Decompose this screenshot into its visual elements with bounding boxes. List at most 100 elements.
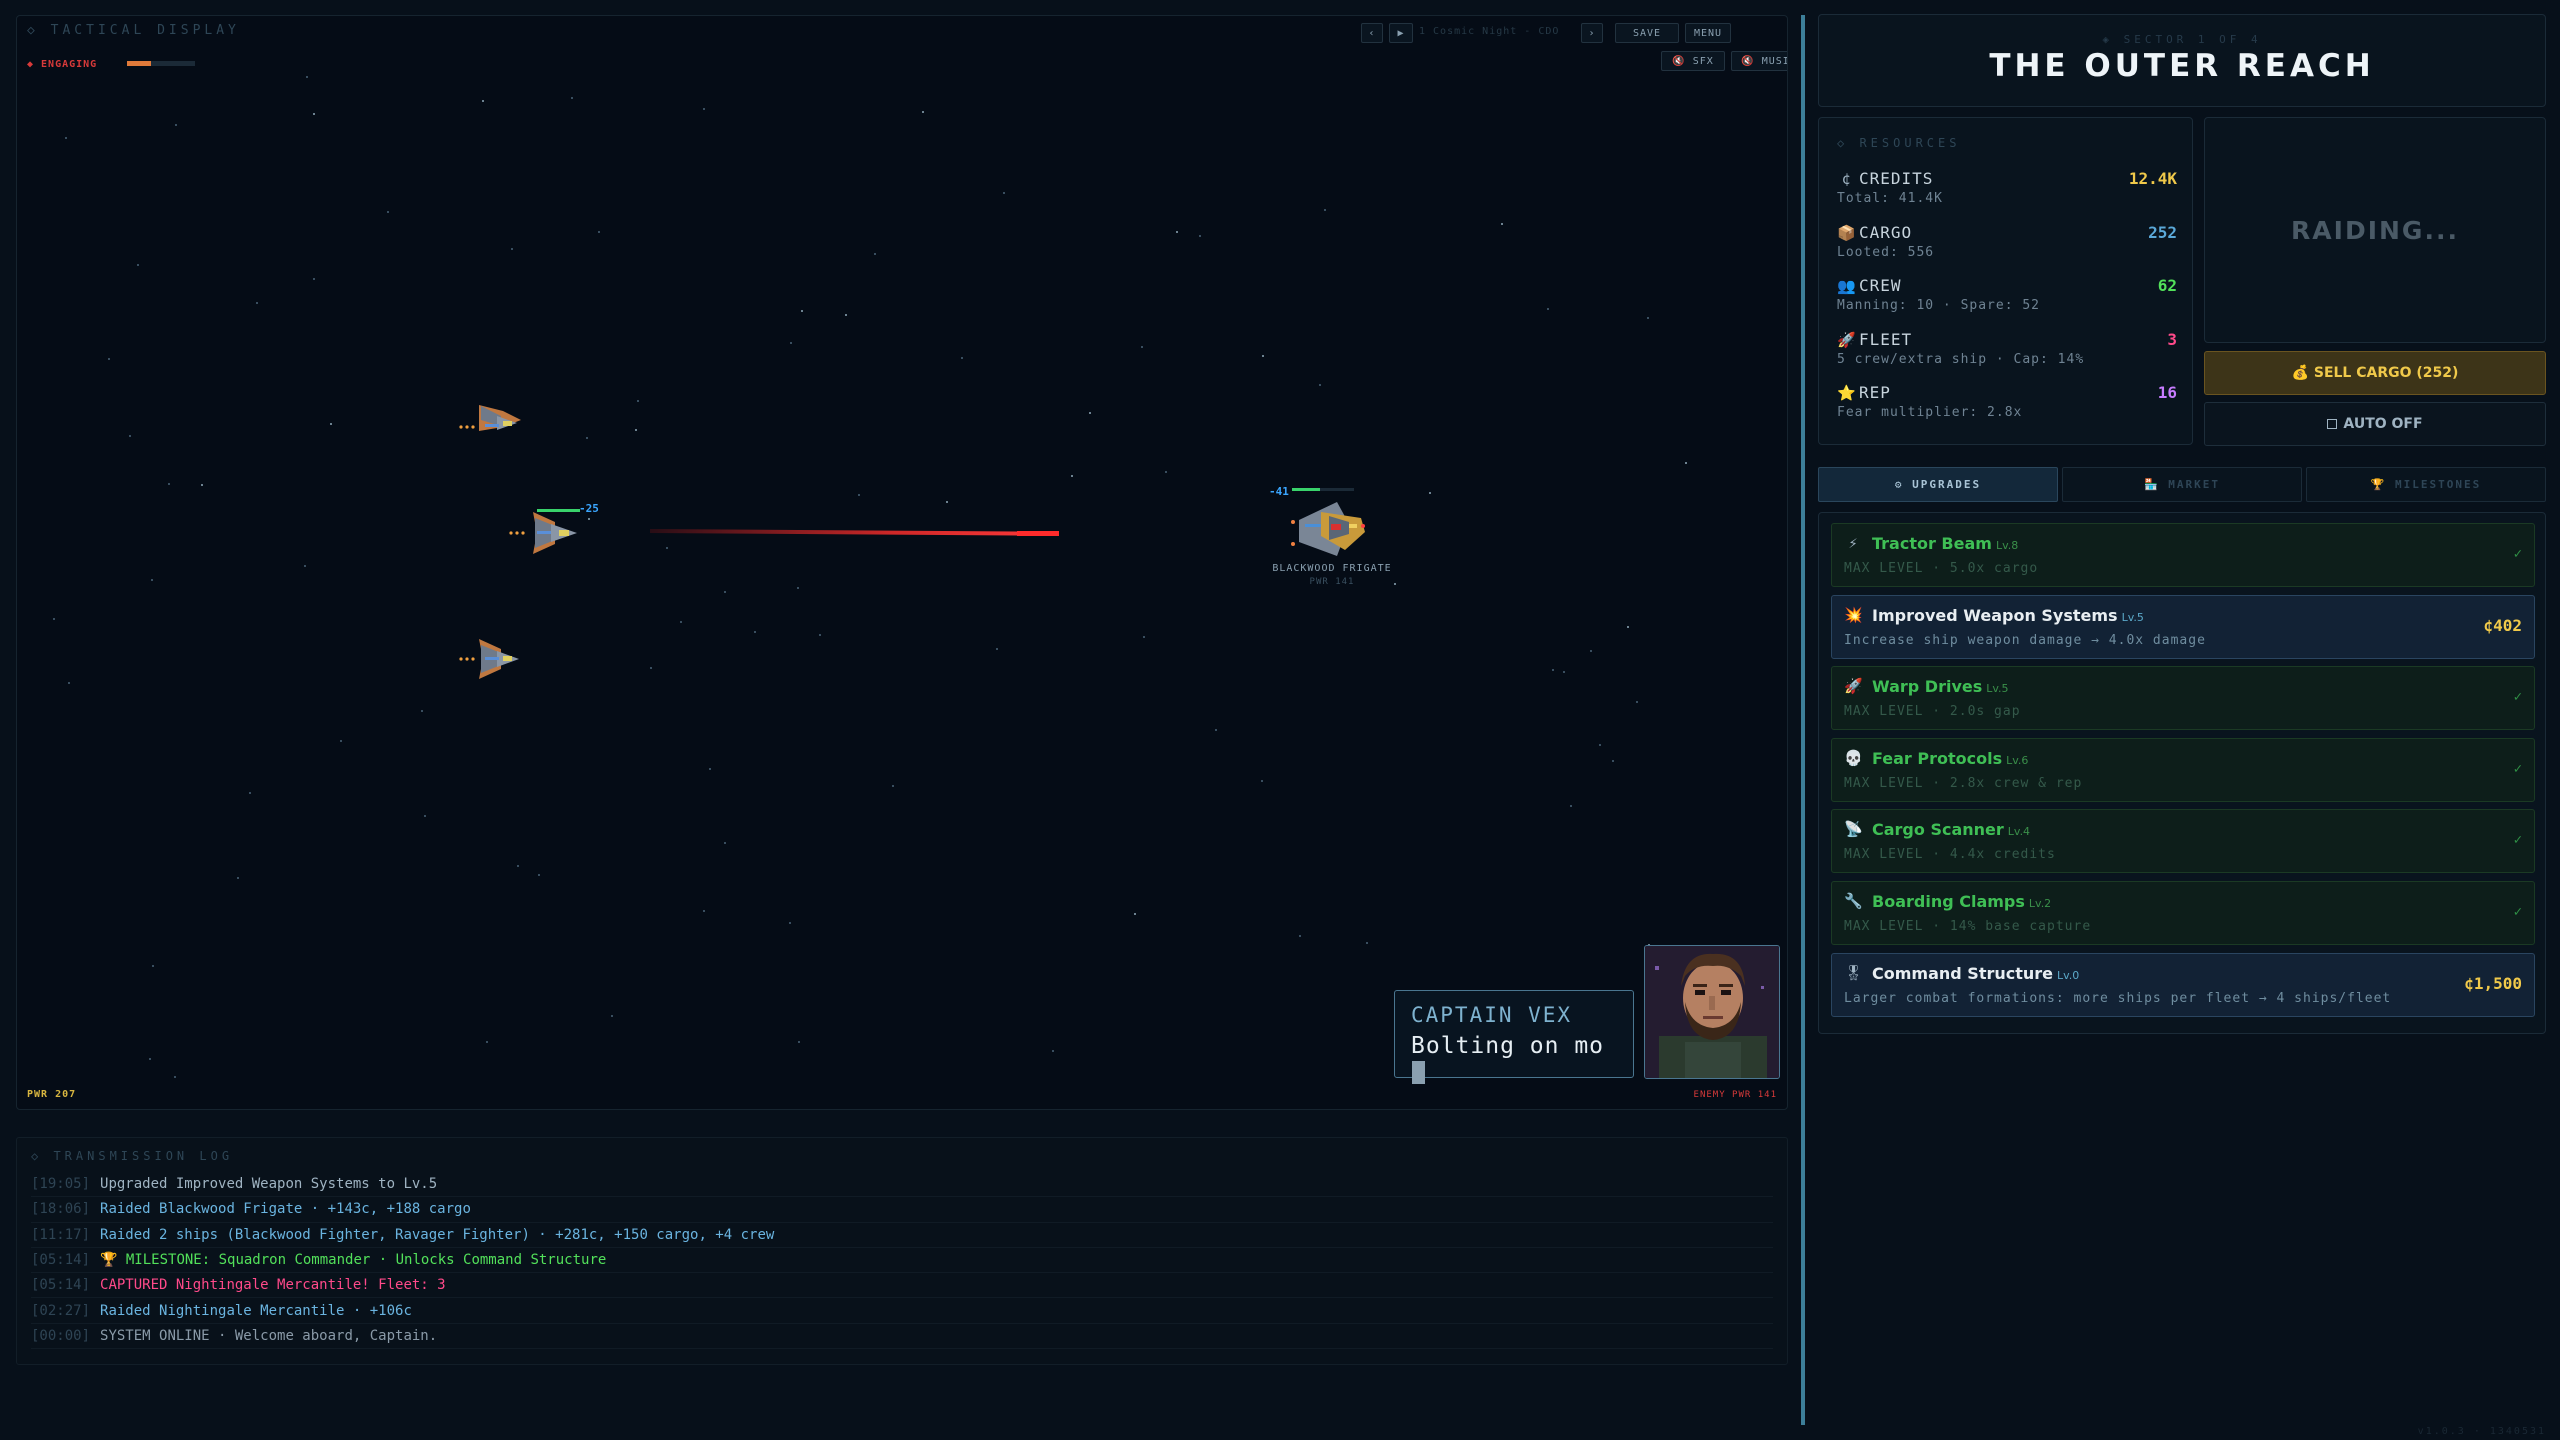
tab-bar: ⚙ UPGRADES 🏪 MARKET 🏆 MILESTONES (1818, 467, 2546, 502)
dialog-box[interactable]: CAPTAIN VEX Bolting on mo (1394, 990, 1634, 1084)
upgrade-description: MAX LEVEL · 5.0x cargo (1844, 561, 2039, 576)
upgrade-description: MAX LEVEL · 14% base capture (1844, 919, 2092, 934)
player-ship-lead[interactable] (507, 506, 587, 556)
sell-cargo-button[interactable]: 💰 SELL CARGO (252) (2204, 351, 2546, 395)
star (1547, 308, 1549, 310)
upgrade-command-structure[interactable]: 🎖 Command Structure Lv.0 Larger combat form… (1831, 952, 2535, 1017)
star (874, 253, 876, 255)
save-button[interactable]: SAVE (1615, 23, 1679, 43)
resource-cargo: 📦 CARGO Looted: 556 252 (1837, 223, 2177, 275)
star (174, 1076, 176, 1078)
upgrade-title: Improved Weapon Systems (1872, 605, 2118, 625)
star (486, 1041, 488, 1043)
prev-track-button[interactable]: ‹ (1361, 23, 1383, 43)
sfx-label: SFX (1692, 55, 1714, 67)
star (330, 423, 332, 425)
menu-button[interactable]: MENU (1685, 23, 1731, 43)
tactical-display: ◇ TACTICAL DISPLAY ◆ ENGAGING ‹ ▶ 1 Cosm… (16, 15, 1788, 1110)
upgrade-name: Warp Drives Lv.5 (1872, 677, 2009, 696)
text-cursor (1412, 1061, 1425, 1084)
upgrade-icon: 🔧 (1844, 892, 1863, 910)
resource-detail: Looted: 556 (1837, 244, 1935, 260)
music-toggle[interactable]: 🔇 MUSIC (1731, 51, 1787, 71)
resources-panel: ◇ RESOURCES ¢ CREDITS Total: 41.4K 12.4K 📦 CA… (1818, 117, 2193, 445)
player-ship-bottom[interactable] (457, 633, 529, 683)
upgrade-warp-drives[interactable]: 🚀 Warp Drives Lv.5 MAX LEVEL · 2.0s gap ✓ (1831, 666, 2535, 731)
upgrade-description: MAX LEVEL · 2.8x crew & rep (1844, 775, 2083, 791)
star (858, 494, 860, 496)
log-title: ◇ TRANSMISSION LOG (31, 1149, 234, 1163)
player-ship-health-bar (537, 509, 580, 512)
checkmark-icon: ✓ (2513, 904, 2522, 920)
star (892, 785, 894, 787)
upgrade-title: Tractor Beam (1872, 534, 1992, 553)
upgrade-tractor-beam[interactable]: ⚡ Tractor Beam Lv.8 MAX LEVEL · 5.0x cargo ✓ (1831, 523, 2535, 587)
star (801, 310, 803, 312)
resource-value: 3 (2167, 329, 2177, 349)
credits-icon: ¢ (1841, 170, 1851, 188)
star (517, 865, 519, 867)
upgrade-name: Improved Weapon Systems Lv.5 (1872, 606, 2144, 625)
upgrade-improved-weapon-systems[interactable]: 💥 Improved Weapon Systems Lv.5 Increase shi… (1831, 594, 2535, 659)
panel-divider[interactable] (1801, 15, 1805, 1425)
auto-toggle-button[interactable]: AUTO OFF (2204, 402, 2546, 446)
upgrade-description: MAX LEVEL · 4.4x credits (1844, 847, 2056, 863)
next-track-button[interactable]: › (1581, 23, 1603, 43)
upgrade-name: Boarding Clamps Lv.2 (1872, 892, 2051, 911)
upgrade-fear-protocols[interactable]: 💀 Fear Protocols Lv.6 MAX LEVEL · 2.8x crew… (1831, 737, 2535, 802)
resource-value: 12.4K (2128, 169, 2177, 188)
log-message: Upgraded Improved Weapon Systems to Lv.5 (100, 1176, 438, 1193)
star (424, 815, 426, 817)
upgrade-level: Lv.0 (2057, 968, 2080, 982)
star (1612, 760, 1614, 762)
upgrade-cost: ¢1,500 (2464, 973, 2522, 993)
upgrade-title: Command Structure (1872, 963, 2054, 983)
resource-value: 62 (2157, 276, 2177, 295)
upgrade-description: MAX LEVEL · 2.0s gap (1844, 704, 2021, 720)
player-damage-number: -25 (579, 502, 599, 515)
sfx-toggle[interactable]: 🔇 SFX (1661, 51, 1725, 71)
dialog-speaker: CAPTAIN VEX (1411, 1003, 1573, 1027)
enemy-health-bar (1292, 488, 1320, 491)
dialog-text-content: Bolting on mo (1411, 1033, 1605, 1059)
star (137, 264, 139, 266)
star (53, 618, 55, 620)
crew-icon: 👥 (1837, 277, 1856, 295)
transmission-log: ◇ TRANSMISSION LOG [19:05] Upgraded Impro… (16, 1137, 1788, 1365)
upgrade-cargo-scanner[interactable]: 📡 Cargo Scanner Lv.4 MAX LEVEL · 4.4x credi… (1831, 809, 2535, 874)
upgrade-boarding-clamps[interactable]: 🔧 Boarding Clamps Lv.2 MAX LEVEL · 14% base… (1831, 881, 2535, 945)
star (1134, 913, 1136, 915)
star (571, 97, 573, 99)
star (946, 501, 948, 503)
star (129, 435, 131, 437)
upgrade-title: Boarding Clamps (1872, 892, 2025, 911)
enemy-name-label: BLACKWOOD FRIGATE (1272, 563, 1392, 574)
tab-market[interactable]: 🏪 MARKET (2062, 467, 2302, 502)
resource-detail: Fear multiplier: 2.8x (1837, 405, 2023, 420)
star (1324, 209, 1326, 211)
star (1501, 223, 1503, 225)
star (421, 710, 423, 712)
star (703, 108, 705, 110)
sector-subtitle: ◈ SECTOR 1 OF 4 (2102, 33, 2262, 46)
play-button[interactable]: ▶ (1389, 23, 1413, 43)
upgrade-name: Cargo Scanner Lv.4 (1872, 820, 2030, 839)
tab-milestones[interactable]: 🏆 MILESTONES (2306, 467, 2546, 502)
player-ship-top[interactable] (457, 386, 529, 436)
resources-title: ◇ RESOURCES (1837, 136, 1961, 150)
star (666, 547, 668, 549)
star (1003, 192, 1005, 194)
sector-header: ◈ SECTOR 1 OF 4 THE OUTER REACH (1818, 14, 2546, 107)
star (256, 302, 258, 304)
star (996, 648, 998, 650)
enemy-power-label: PWR 141 (1309, 577, 1355, 587)
star (1590, 650, 1592, 652)
enemy-frigate[interactable] (1285, 494, 1377, 566)
upgrade-title: Cargo Scanner (1872, 820, 2004, 840)
tab-upgrades[interactable]: ⚙ UPGRADES (1818, 467, 2058, 502)
player-power: PWR 207 (27, 1089, 77, 1100)
log-entry: [05:14] 🏆 MILESTONE: Squadron Commander ·… (31, 1248, 1773, 1274)
star (1262, 355, 1264, 357)
star (1071, 475, 1073, 477)
star (1429, 492, 1431, 494)
